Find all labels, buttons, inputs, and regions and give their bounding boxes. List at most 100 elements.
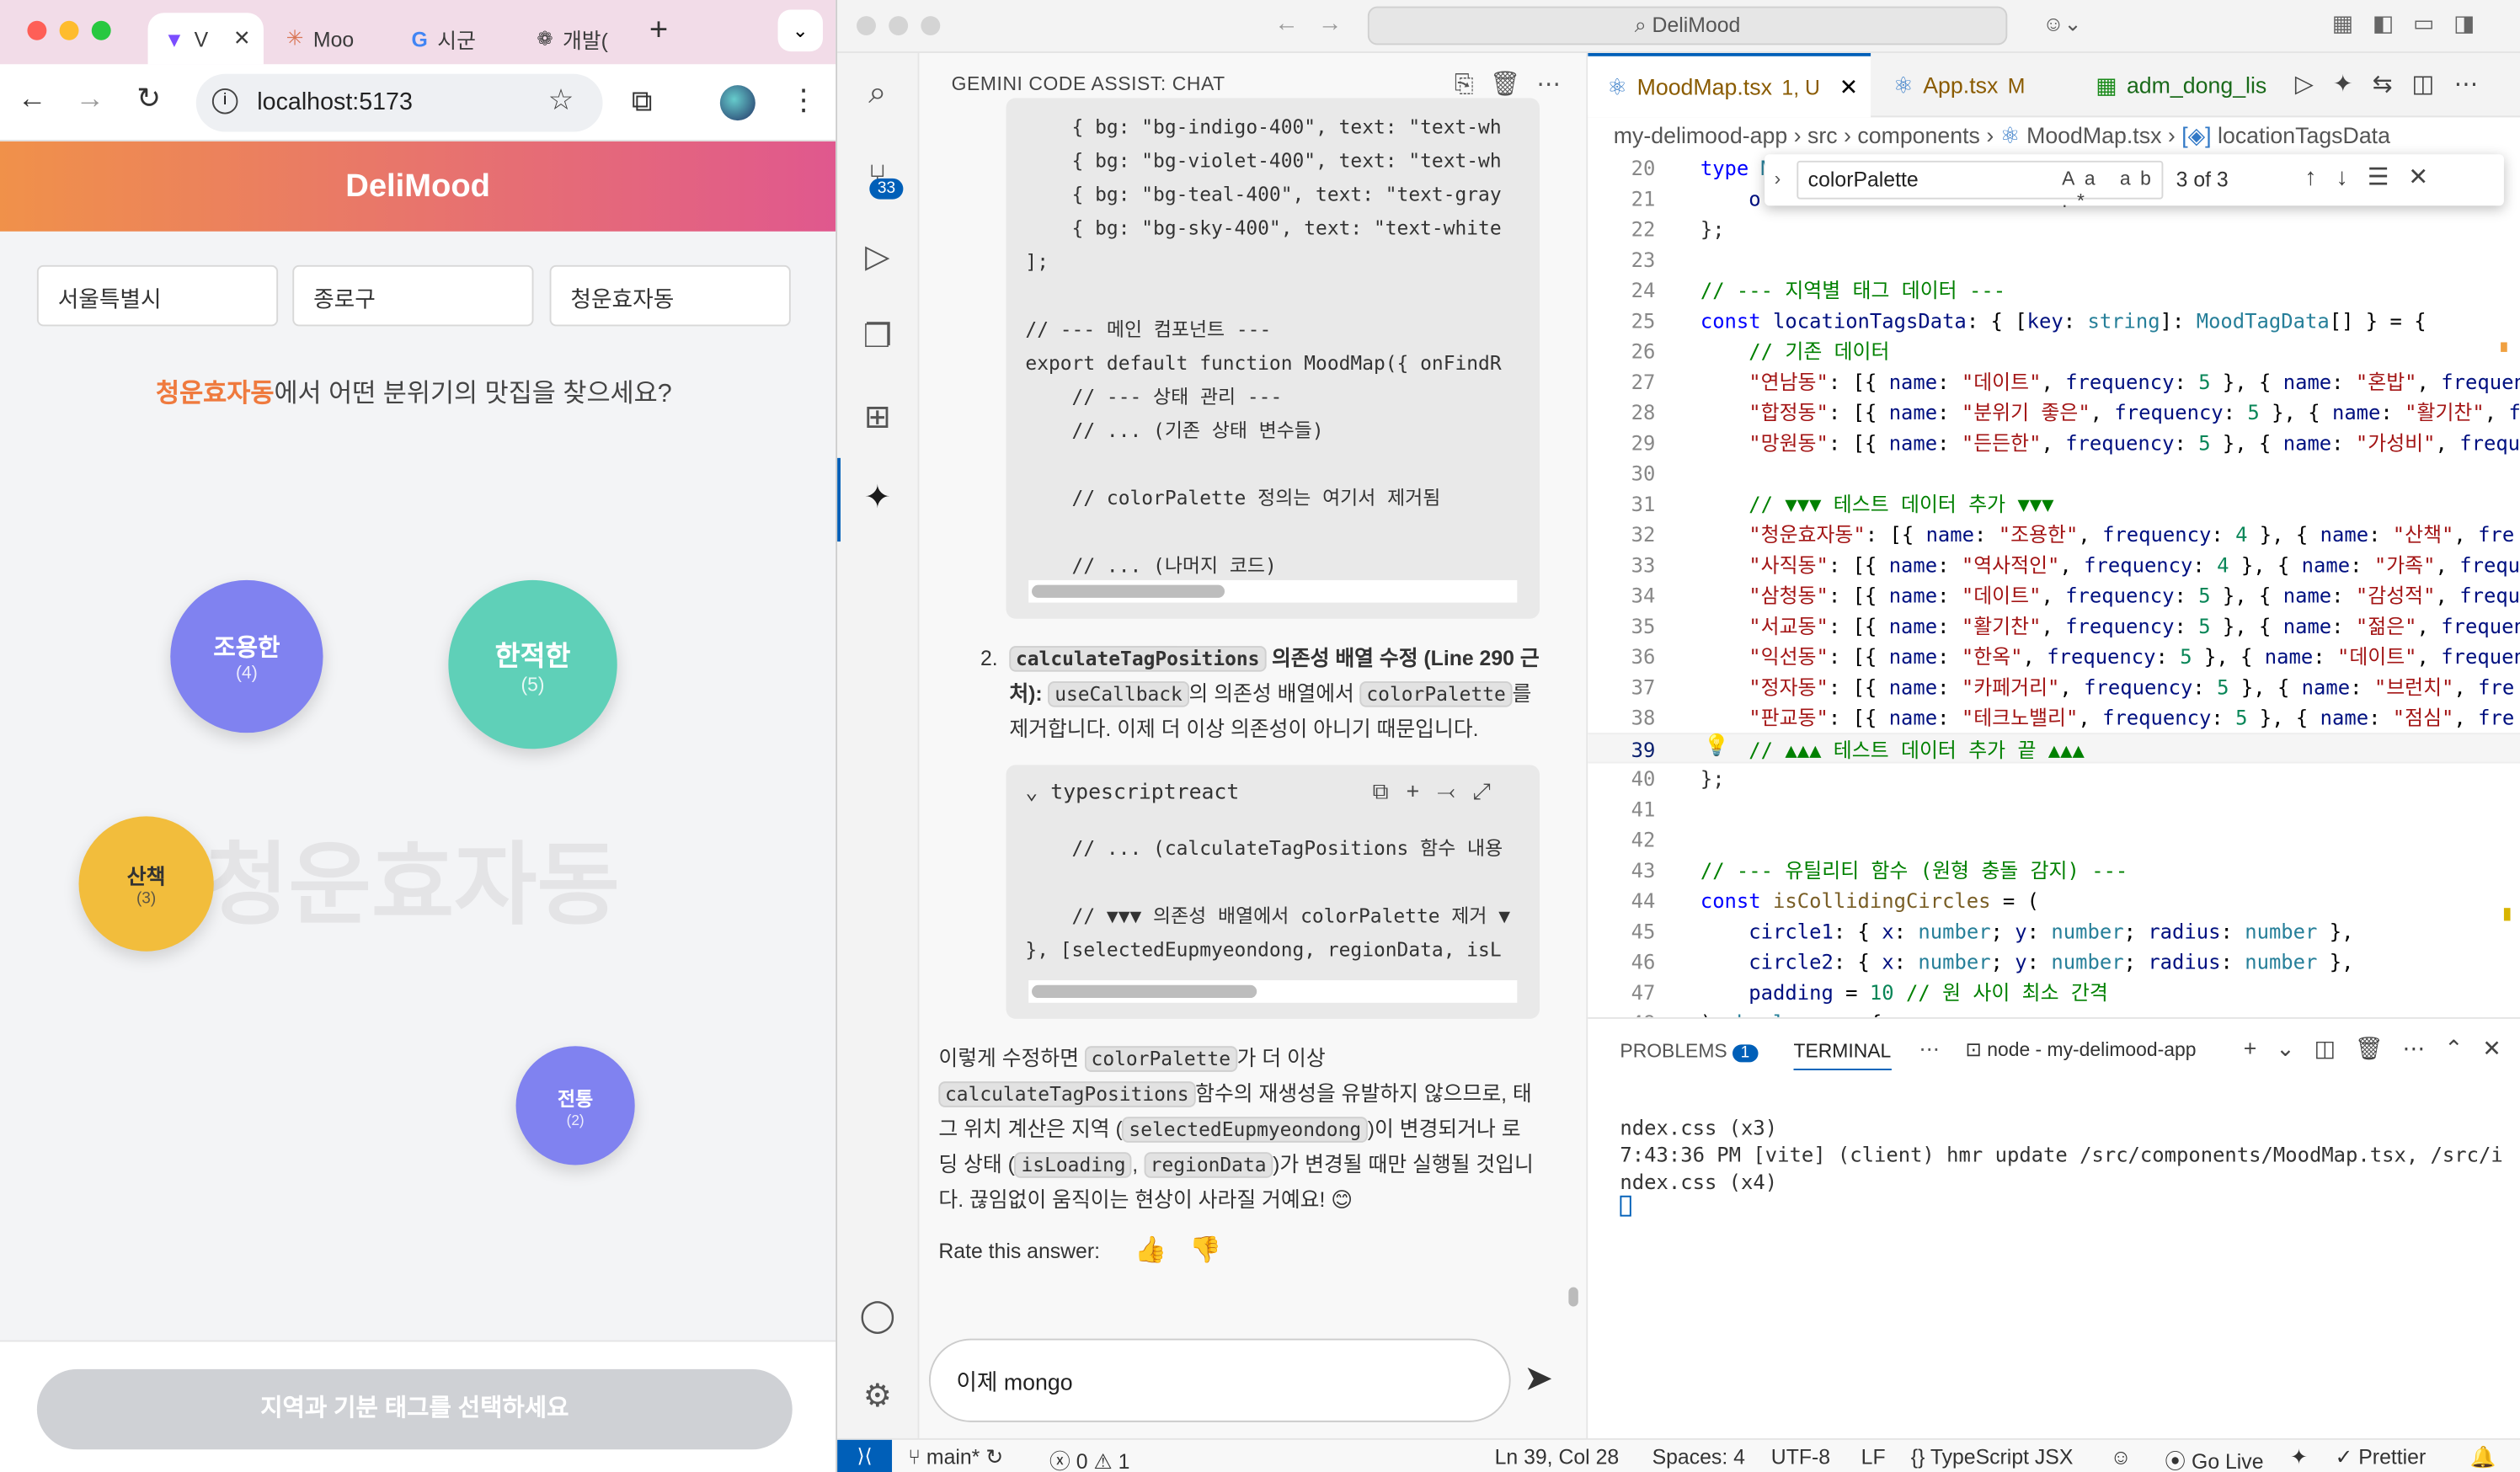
- minimize-window-icon[interactable]: [889, 16, 909, 35]
- find-input[interactable]: colorPalette Aa ab .*: [1797, 160, 2164, 212]
- region-watermark: 청운효자동: [206, 834, 620, 936]
- url-text[interactable]: localhost:5173: [257, 88, 413, 115]
- back-icon[interactable]: ←: [18, 82, 46, 115]
- toggle-replace-icon[interactable]: ›: [1775, 167, 1781, 189]
- panel-more-icon[interactable]: ⋯: [1919, 1037, 1940, 1063]
- find-restaurants-button[interactable]: 지역과 기분 태그를 선택하세요: [36, 1368, 793, 1450]
- terminal-output[interactable]: ndex.css (x3) 7:43:36 PM [vite] (client)…: [1620, 1086, 2503, 1223]
- nav-back-icon[interactable]: ←: [1274, 9, 1299, 36]
- copilot-icon[interactable]: ☺⌄: [2042, 11, 2081, 37]
- encoding-status[interactable]: UTF-8: [1771, 1445, 1830, 1469]
- go-live-status[interactable]: ⦿ Go Live: [2165, 1445, 2263, 1472]
- tab-adm-dong[interactable]: ▦ adm_dong_lis: [2076, 53, 2285, 117]
- close-window-icon[interactable]: [857, 16, 876, 35]
- explorer-search-icon[interactable]: ⌕: [857, 72, 899, 115]
- code-editor[interactable]: 20type MoodTagData = { 21 o 22}; 23 24//…: [1588, 152, 2520, 1017]
- run-debug-icon[interactable]: ▷: [857, 237, 899, 279]
- forward-icon[interactable]: →: [76, 82, 104, 115]
- nav-forward-icon[interactable]: →: [1318, 9, 1343, 36]
- status-bar: ⟩⟨ ⑂ main* ↻ ⓧ 0 ⚠ 1 Ln 39, Col 28 Space…: [837, 1437, 2520, 1472]
- code-block-actions-icon[interactable]: ⧉+⤙⤢: [1373, 778, 1508, 805]
- google-logo-icon: G: [411, 26, 428, 51]
- more-menu-icon[interactable]: ⋮: [789, 83, 818, 117]
- bookmark-star-icon[interactable]: ☆: [548, 83, 574, 117]
- editor-actions-icon[interactable]: ▷✦⇆◫⋯: [2295, 69, 2497, 98]
- reload-icon[interactable]: ↻: [136, 82, 161, 115]
- minimize-window-icon[interactable]: [59, 20, 79, 40]
- notifications-icon[interactable]: 🔔: [2470, 1445, 2496, 1471]
- account-icon[interactable]: ◯: [857, 1295, 899, 1337]
- vscode-title-bar: ← → ⌕ DeliMood ☺⌄ ▦◧▭◨: [837, 0, 2520, 53]
- command-center-search[interactable]: ⌕ DeliMood: [1367, 6, 2008, 45]
- find-nav-icon[interactable]: ↑↓☰✕: [2304, 163, 2448, 191]
- find-options-icon[interactable]: Aa ab .*: [2062, 167, 2161, 211]
- city-select[interactable]: 서울특별시: [36, 264, 279, 327]
- problems-status[interactable]: ⓧ 0 ⚠ 1: [1049, 1445, 1129, 1472]
- activity-bar: ⌕ ⑂ 33 ▷ ❐ ⊞ ✦ ◯ ⚙: [837, 52, 920, 1438]
- tab-terminal[interactable]: TERMINAL: [1793, 1040, 1892, 1070]
- explorer-files-icon[interactable]: ❐: [857, 317, 899, 359]
- profile-avatar[interactable]: [719, 85, 755, 121]
- browser-tab[interactable]: G 시군: [395, 13, 521, 64]
- table-file-icon: ▦: [2096, 71, 2117, 98]
- thumbs-up-icon[interactable]: 👍: [1135, 1235, 1167, 1267]
- maximize-window-icon[interactable]: [921, 16, 941, 35]
- tab-problems[interactable]: PROBLEMS 1: [1620, 1040, 1758, 1063]
- chat-scrollbar[interactable]: [1568, 1287, 1578, 1307]
- code-scrollbar-thumb[interactable]: [1032, 984, 1257, 999]
- browser-tab[interactable]: ✳ Moo: [270, 13, 396, 64]
- browser-tab-active[interactable]: ▼ V ✕: [147, 13, 264, 65]
- terminal-cursor: [1620, 1195, 1631, 1217]
- extensions-icon[interactable]: ⧉: [632, 85, 653, 119]
- code-scrollbar-track[interactable]: [1028, 579, 1518, 603]
- vite-logo-icon: ▼: [163, 26, 185, 51]
- chat-input[interactable]: 이제 mongo: [928, 1338, 1511, 1422]
- language-status[interactable]: {} TypeScript JSX: [1911, 1445, 2074, 1469]
- prettier-status[interactable]: ✓ Prettier: [2336, 1445, 2427, 1471]
- extensions-icon[interactable]: ⊞: [857, 397, 899, 439]
- terminal-selector[interactable]: ⊡ node - my-delimood-app: [1966, 1038, 2197, 1061]
- remote-indicator-icon[interactable]: ⟩⟨: [837, 1439, 893, 1472]
- send-icon[interactable]: ➤: [1524, 1358, 1553, 1400]
- eol-status[interactable]: LF: [1861, 1445, 1886, 1469]
- panel-actions-icon[interactable]: +⌄◫🗑⋯⌃✕: [2244, 1035, 2520, 1062]
- mood-bubble-calm[interactable]: 한적한 (5): [448, 579, 617, 749]
- thumbs-down-icon[interactable]: 👎: [1189, 1235, 1221, 1267]
- district-select[interactable]: 종로구: [292, 264, 534, 327]
- code-scrollbar-track[interactable]: [1028, 980, 1518, 1003]
- gemini-status-icon[interactable]: ✦: [2290, 1445, 2308, 1471]
- neighborhood-select[interactable]: 청운효자동: [549, 264, 791, 327]
- gemini-sparkle-icon[interactable]: ✦: [857, 477, 899, 520]
- url-bar[interactable]: i localhost:5173 ☆: [195, 73, 603, 132]
- layout-controls-icon[interactable]: ▦◧▭◨: [2332, 9, 2495, 36]
- close-tab-icon[interactable]: ✕: [1839, 73, 1858, 100]
- mood-bubble-walk[interactable]: 산책 (3): [78, 816, 214, 952]
- close-tab-icon[interactable]: ✕: [233, 26, 251, 52]
- code-block-1: { bg: "bg-indigo-400", text: "text-wh { …: [1006, 98, 1540, 619]
- maximize-window-icon[interactable]: [91, 20, 111, 40]
- active-indicator: [837, 457, 841, 542]
- indentation-status[interactable]: Spaces: 4: [1652, 1445, 1745, 1469]
- tab-app[interactable]: ⚛ App.tsx M: [1874, 53, 2076, 117]
- code-scrollbar-thumb[interactable]: [1032, 584, 1225, 598]
- browser-tab[interactable]: ❁ 개발(: [521, 13, 646, 64]
- app-title: DeliMood: [345, 168, 490, 205]
- close-window-icon[interactable]: [27, 20, 47, 40]
- site-info-icon[interactable]: i: [211, 88, 238, 115]
- chat-actions-icon[interactable]: ⎘🗑⋯: [1455, 69, 1577, 98]
- branch-status[interactable]: ⑂ main* ↻: [908, 1445, 1003, 1471]
- tab-moodmap[interactable]: ⚛ MoodMap.tsx 1, U ✕: [1588, 52, 1871, 118]
- code-language-label: ⌄ typescriptreact: [1025, 781, 1240, 806]
- settings-gear-icon[interactable]: ⚙: [857, 1376, 899, 1418]
- mood-bubble-quiet[interactable]: 조용한 (4): [170, 579, 323, 733]
- copilot-status-icon[interactable]: ☺: [2110, 1445, 2131, 1469]
- lightbulb-icon[interactable]: 💡: [1704, 733, 1730, 759]
- rate-answer-label: Rate this answer:: [938, 1239, 1101, 1263]
- cursor-position[interactable]: Ln 39, Col 28: [1495, 1445, 1620, 1469]
- mood-bubble-traditional[interactable]: 전통 (2): [515, 1046, 635, 1165]
- code-block-2: ⌄ typescriptreact ⧉+⤙⤢ // ... (calculate…: [1006, 765, 1540, 1019]
- claude-logo-icon: ✳: [286, 25, 304, 51]
- source-control-badge: 33: [869, 178, 904, 200]
- new-tab-icon[interactable]: +: [649, 13, 668, 50]
- tab-search-icon[interactable]: ⌄: [777, 9, 823, 52]
